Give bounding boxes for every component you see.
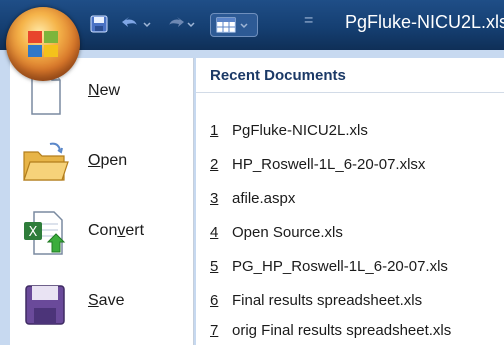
recent-item-name: HP_Roswell-1L_6-20-07.xlsx — [232, 156, 426, 173]
recent-item[interactable]: 6 Final results spreadsheet.xls — [210, 292, 422, 316]
recent-item-number: 4 — [210, 224, 219, 241]
recent-item-name: Final results spreadsheet.xls — [232, 292, 423, 309]
menu-item-label-save: Save — [88, 292, 125, 309]
recent-item-number: 3 — [210, 190, 219, 207]
save-icon — [90, 15, 108, 33]
recent-item-number: 1 — [210, 122, 219, 139]
qat-save-button[interactable] — [90, 14, 110, 34]
recent-item-number: 6 — [210, 292, 219, 309]
qat-table-button[interactable] — [210, 13, 258, 37]
recent-item[interactable]: 2 HP_Roswell-1L_6-20-07.xlsx — [210, 156, 425, 180]
redo-icon — [169, 17, 184, 27]
floppy-disk-icon — [25, 285, 65, 325]
recent-item-name: Open Source.xls — [232, 224, 343, 241]
recent-item-name: PG_HP_Roswell-1L_6-20-07.xls — [232, 258, 448, 275]
recent-item-number: 7 — [210, 322, 219, 339]
recent-item-name: afile.aspx — [232, 190, 296, 207]
recent-item-name: PgFluke-NICU2L.xls — [232, 122, 368, 139]
office-button[interactable] — [6, 7, 80, 81]
recent-item[interactable]: 3 afile.aspx — [210, 190, 295, 214]
qat-customize-button[interactable]: = — [304, 12, 313, 30]
chevron-down-icon — [143, 22, 151, 28]
window-title: PgFluke-NICU2L.xls — [344, 12, 504, 32]
svg-text:X: X — [29, 225, 38, 240]
menu-item-label-open: Open — [88, 152, 128, 169]
menu-item-save[interactable]: Save — [10, 270, 193, 336]
office-logo-icon — [28, 31, 58, 57]
recent-item-number: 5 — [210, 258, 219, 275]
chevron-down-icon — [187, 22, 195, 28]
menu-item-convert[interactable]: X Convert — [10, 200, 193, 266]
qat-undo-button[interactable] — [120, 14, 156, 34]
recent-item[interactable]: 1 PgFluke-NICU2L.xls — [210, 122, 368, 146]
recent-item-number: 2 — [210, 156, 219, 173]
recent-item[interactable]: 5 PG_HP_Roswell-1L_6-20-07.xls — [210, 258, 448, 282]
chevron-down-icon — [240, 23, 248, 29]
menu-item-label-convert: Convert — [88, 222, 145, 239]
recent-documents-header: Recent Documents — [196, 58, 504, 93]
recent-documents-pane: Recent Documents 1 PgFluke-NICU2L.xls 2 HP… — [196, 58, 504, 345]
menu-item-open[interactable]: Open — [10, 130, 193, 196]
qat-redo-button[interactable] — [164, 14, 200, 34]
recent-item[interactable]: 4 Open Source.xls — [210, 224, 343, 248]
menu-commands-pane: New Open X Convert Save — [10, 58, 194, 345]
quick-access-toolbar — [82, 11, 282, 37]
recent-item-name: orig Final results spreadsheet.xls — [232, 322, 452, 339]
recent-item[interactable]: 7 orig Final results spreadsheet.xls — [210, 322, 451, 346]
recent-documents-title: Recent Documents — [210, 67, 346, 84]
excel-convert-icon: X — [24, 211, 66, 255]
folder-icon — [23, 142, 69, 181]
menu-item-label-new: New — [88, 82, 121, 99]
table-icon — [216, 17, 236, 33]
undo-icon — [122, 17, 137, 27]
